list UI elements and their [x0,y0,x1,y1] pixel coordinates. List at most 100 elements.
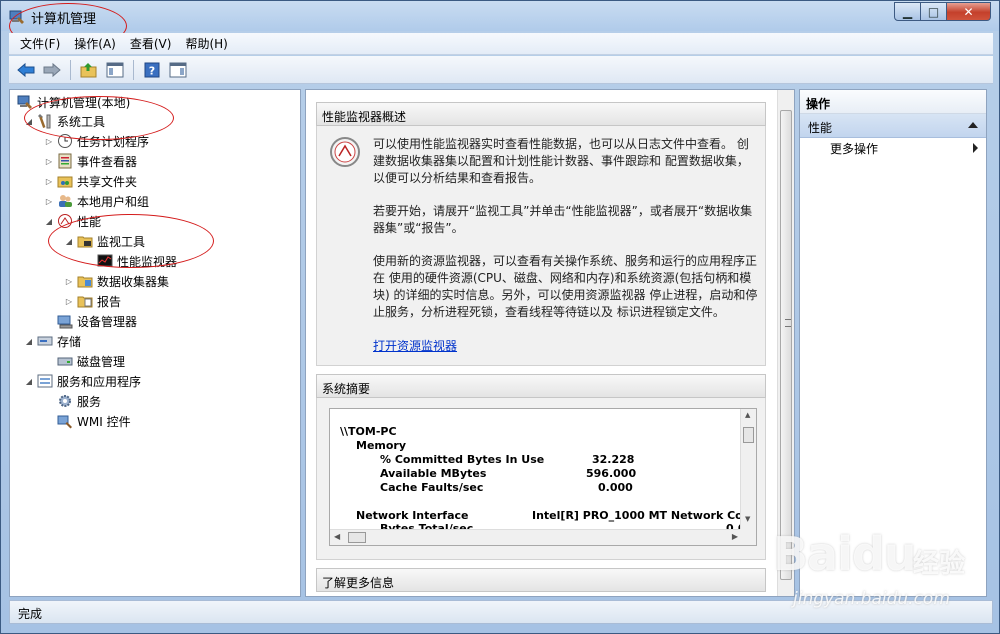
open-resource-monitor-link[interactable]: 打开资源监视器 [373,339,457,353]
tree-item-label: 性能监视器 [117,254,178,269]
system-summary-box: \\TOM-PC Memory % Committed Bytes In Use… [329,408,757,546]
scrollbar-thumb[interactable] [780,110,792,580]
tree-item-wmi-control[interactable]: WMI 控件 [44,411,131,431]
back-button[interactable] [15,59,37,81]
show-hide-console-tree-button[interactable] [104,59,126,81]
tree-item-device-manager[interactable]: 设备管理器 [44,311,137,331]
help-icon: ? [144,62,160,77]
scroll-left-arrow-icon[interactable]: ◀ [334,532,340,541]
summary-horizontal-scrollbar[interactable]: ◀ ▶ [330,529,742,545]
computer-management-icon [16,94,33,110]
close-button[interactable]: ✕ [947,2,991,21]
tree-item-label: 数据收集器集 [97,274,170,289]
shared-folder-icon [56,173,73,189]
console-tree: 计算机管理(本地) ◢ 系统工具 ▷ 任务计划程序 ▷ 事件查看器 ▷ 共享文件… [9,89,301,597]
more-actions-item[interactable]: 更多操作 [830,140,980,157]
minimize-button[interactable]: ▁ [894,2,921,21]
menu-file[interactable]: 文件(F) [13,35,67,52]
computer-management-app-icon [9,9,25,25]
tree-item-monitoring-tools[interactable]: ◢ 监视工具 [64,231,145,251]
tree-item-system-tools[interactable]: ◢ 系统工具 [24,111,105,131]
computer-management-window: 计算机管理 ▁ □ ✕ 文件(F) 操作(A) 查看(V) 帮助(H) ? 计算… [0,0,1000,634]
results-vertical-scrollbar[interactable] [777,90,794,596]
collapsed-arrow-icon[interactable]: ▷ [44,177,54,186]
forward-button[interactable] [41,59,63,81]
status-text: 完成 [18,607,43,621]
menu-view[interactable]: 查看(V) [123,35,179,52]
tree-item-label: 本地用户和组 [77,194,150,209]
collapsed-arrow-icon[interactable]: ▷ [44,157,54,166]
show-hide-tree-icon [106,62,124,77]
tree-item-services[interactable]: 服务 [44,391,101,411]
expanded-arrow-icon[interactable]: ◢ [24,117,34,126]
collapsed-arrow-icon[interactable]: ▷ [44,137,54,146]
scroll-right-arrow-icon[interactable]: ▶ [732,532,738,541]
tree-item-data-collector-sets[interactable]: ▷ 数据收集器集 [64,271,169,291]
show-hide-action-pane-button[interactable] [167,59,189,81]
reports-folder-icon [76,293,93,309]
scrollbar-corner [740,529,756,545]
collapse-triangle-icon[interactable] [968,122,978,128]
tree-item-computer-management[interactable]: 计算机管理(本地) [16,92,130,112]
memory-group-label: Memory [356,439,407,452]
users-icon [56,193,73,209]
tree-item-task-scheduler[interactable]: ▷ 任务计划程序 [44,131,149,151]
collapsed-arrow-icon[interactable]: ▷ [64,297,74,306]
up-folder-icon [80,62,97,77]
maximize-button[interactable]: □ [921,2,947,21]
tree-item-reports[interactable]: ▷ 报告 [64,291,121,311]
system-tools-icon [36,113,53,129]
show-hide-action-pane-icon [169,62,187,77]
scroll-up-arrow-icon[interactable]: ▲ [745,411,750,419]
device-manager-icon [56,313,73,329]
actions-pane: 操作 性能 更多操作 [799,89,987,597]
data-collector-icon [76,273,93,289]
tree-item-performance[interactable]: ◢ 性能 [44,211,101,231]
tree-item-services-and-applications[interactable]: ◢ 服务和应用程序 [24,371,141,391]
event-viewer-icon [56,153,73,169]
tree-item-event-viewer[interactable]: ▷ 事件查看器 [44,151,137,171]
summary-vertical-scrollbar[interactable]: ▲ ▼ [740,409,756,529]
actions-header: 操作 [800,90,986,114]
tree-item-storage[interactable]: ◢ 存储 [24,331,81,351]
counter-value: 32.228 [592,453,635,466]
computer-name: \\TOM-PC [340,425,397,438]
collapsed-arrow-icon[interactable]: ▷ [64,277,74,286]
tree-item-performance-monitor[interactable]: 性能监视器 [84,251,177,271]
tree-item-label: 设备管理器 [77,314,138,329]
results-pane: 性能监视器概述 可以使用性能监视器实时查看性能数据，也可以从日志文件中查看。 创… [305,89,795,597]
summary-section-header[interactable]: 系统摘要 [316,374,766,398]
up-one-level-button[interactable] [78,59,100,81]
counter-value: 0.000 [598,481,633,494]
tree-item-disk-management[interactable]: 磁盘管理 [44,351,125,371]
expanded-arrow-icon[interactable]: ◢ [24,377,34,386]
tree-item-label: WMI 控件 [77,414,131,429]
wmi-control-icon [56,413,73,429]
more-actions-label: 更多操作 [830,142,879,156]
scrollbar-thumb[interactable] [743,427,754,443]
title-bar[interactable]: 计算机管理 ▁ □ ✕ [1,1,999,31]
window-controls: ▁ □ ✕ [894,2,991,21]
expanded-arrow-icon[interactable]: ◢ [64,237,74,246]
tree-item-shared-folders[interactable]: ▷ 共享文件夹 [44,171,137,191]
expanded-arrow-icon[interactable]: ◢ [24,337,34,346]
counter-name: Cache Faults/sec [380,481,484,494]
network-adapter-name: Intel[R] PRO_1000 MT Network Connecti [532,509,757,522]
help-button[interactable]: ? [141,59,163,81]
scrollbar-thumb[interactable] [348,532,366,543]
actions-group-label: 性能 [808,121,833,135]
actions-group-performance[interactable]: 性能 [800,114,986,138]
overview-paragraph-2: 若要开始，请展开“监视工具”并单击“性能监视器”，或者展开“数据收集器集”或“报… [373,204,753,235]
tree-item-label: 服务 [77,394,102,409]
status-bar: 完成 [9,600,993,624]
tree-item-label: 服务和应用程序 [57,374,142,389]
scroll-down-arrow-icon[interactable]: ▼ [745,515,750,523]
learn-more-section-header[interactable]: 了解更多信息 [316,568,766,592]
collapsed-arrow-icon[interactable]: ▷ [44,197,54,206]
expanded-arrow-icon[interactable]: ◢ [44,217,54,226]
menu-help[interactable]: 帮助(H) [178,35,234,52]
tree-item-local-users-groups[interactable]: ▷ 本地用户和组 [44,191,149,211]
overview-section-header[interactable]: 性能监视器概述 [316,102,766,126]
menu-action[interactable]: 操作(A) [67,35,123,52]
forward-arrow-icon [43,62,61,77]
